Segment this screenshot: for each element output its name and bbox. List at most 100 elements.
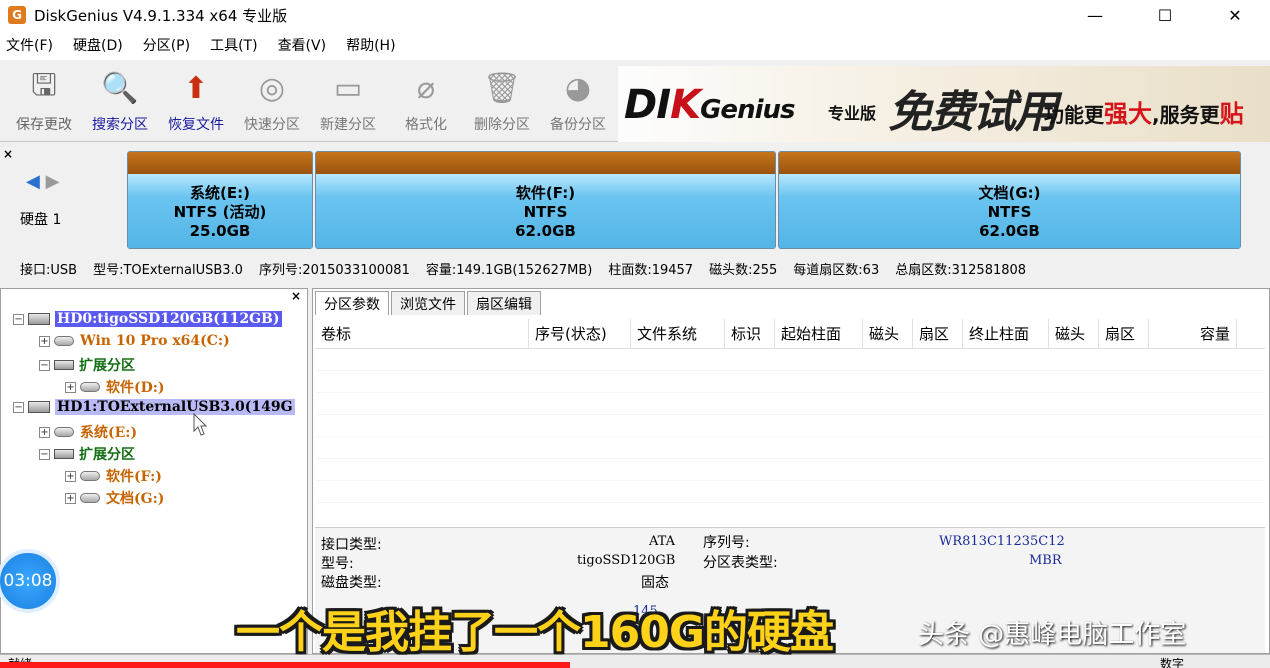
tree-item-f[interactable]: + 软件(F:) [65,466,162,486]
partition-body: 系统(E:) NTFS (活动) 25.0GB [128,174,312,248]
tree-item-e[interactable]: + 系统(E:) [39,422,137,442]
col-end-sector[interactable]: 扇区 [1099,319,1149,348]
menu-file[interactable]: 文件(F) [6,35,53,55]
tab-browse-files[interactable]: 浏览文件 [391,291,465,315]
expand-icon[interactable]: + [39,426,50,438]
new-partition-icon: ▭ [333,70,363,106]
partition-size: 62.0GB [515,221,576,240]
model-value: tigoSSD120GB [577,553,676,568]
tree-label: 扩展分区 [79,358,135,374]
disk-sectors-per-track: 每道扇区数:63 [793,263,880,278]
col-end-cylinder[interactable]: 终止柱面 [963,319,1049,348]
partition-icon [80,471,100,481]
hard-disk-icon [28,401,50,413]
backup-partition-button[interactable]: ◕ 备份分区 [540,66,616,138]
slogan-part: 功能更 [1044,103,1104,127]
partition-name: 系统(E:) [190,183,250,202]
tree-item-c[interactable]: + Win 10 Pro x64(C:) [39,333,230,349]
tool-label: 保存更改 [16,117,72,133]
close-button[interactable]: ✕ [1200,0,1270,30]
disk-interface: 接口:USB [20,263,78,278]
tree-label: 扩展分区 [79,447,135,463]
disk-info-line: 接口:USB 型号:TOExternalUSB3.0 序列号:201503310… [20,259,1042,278]
partition-block-f[interactable]: 软件(F:) NTFS 62.0GB [315,151,776,249]
expand-icon[interactable]: + [65,381,76,393]
disk-nav: ◀ ▶ [26,171,59,192]
menu-help[interactable]: 帮助(H) [346,35,395,55]
tree-item-extended-0[interactable]: − 扩展分区 [39,355,135,375]
col-end-head[interactable]: 磁头 [1049,319,1099,348]
prev-disk-icon[interactable]: ◀ [26,171,40,192]
tool-label: 删除分区 [474,117,530,133]
diskgenius-window: G DiskGenius V4.9.1.334 x64 专业版 — ☐ ✕ 文件… [0,0,1270,668]
col-volume-label[interactable]: 卷标 [315,319,529,348]
col-id[interactable]: 标识 [725,319,775,348]
tree-label: HD0:tigoSSD120GB(112GB) [55,311,282,327]
disk-type-value: 固态 [641,575,669,591]
collapse-icon[interactable]: − [39,448,50,460]
tool-label: 搜索分区 [92,117,148,133]
tree-item-hd1[interactable]: − HD1:TOExternalUSB3.0(149G [13,399,295,415]
col-capacity[interactable]: 容量 [1149,319,1237,348]
close-diskmap-icon[interactable]: × [3,147,13,161]
detail-tabs: 分区参数 浏览文件 扇区编辑 [315,291,543,315]
partition-header [316,152,775,174]
delete-partition-button[interactable]: 🗑 删除分区 [464,66,540,138]
partition-body: 软件(F:) NTFS 62.0GB [316,174,775,248]
tool-label: 快速分区 [244,117,300,133]
partition-header [128,152,312,174]
expand-icon[interactable]: + [65,470,76,482]
partition-icon [54,336,74,346]
tab-partition-params[interactable]: 分区参数 [315,291,389,315]
col-index-status[interactable]: 序号(状态) [529,319,631,348]
partition-body: 文档(G:) NTFS 62.0GB [779,174,1240,248]
partition-size: 25.0GB [189,221,251,240]
tree-item-g[interactable]: + 文档(G:) [65,488,164,508]
new-partition-button[interactable]: ▭ 新建分区 [310,66,386,138]
tab-sector-editor[interactable]: 扇区编辑 [467,291,541,315]
tree-label: Win 10 Pro x64(C:) [80,333,230,349]
collapse-icon[interactable]: − [13,401,24,413]
model-label: 型号: [321,556,354,572]
disk-capacity: 容量:149.1GB(152627MB) [425,263,593,278]
col-start-cylinder[interactable]: 起始柱面 [775,319,863,348]
maximize-button[interactable]: ☐ [1130,0,1200,30]
tool-label: 备份分区 [550,117,606,133]
col-file-system[interactable]: 文件系统 [631,319,725,348]
menu-disk[interactable]: 硬盘(D) [73,35,123,55]
quick-partition-button[interactable]: ◎ 快速分区 [234,66,310,138]
recover-files-button[interactable]: ⬆ 恢复文件 [158,66,234,138]
menu-partition[interactable]: 分区(P) [143,35,190,55]
partition-table-type-label: 分区表类型: [703,555,778,571]
save-changes-button[interactable]: 🖫 保存更改 [6,66,82,138]
next-disk-icon[interactable]: ▶ [46,171,60,192]
partition-block-g[interactable]: 文档(G:) NTFS 62.0GB [778,151,1241,249]
close-tree-icon[interactable]: × [291,289,301,303]
collapse-icon[interactable]: − [39,359,50,371]
search-partition-button[interactable]: 🔍 搜索分区 [82,66,158,138]
disc-icon: ◎ [258,70,286,106]
trash-icon: 🗑 [482,70,522,106]
partition-table-body [315,349,1265,529]
tree-label: 系统(E:) [80,425,138,441]
tree-item-hd0[interactable]: − HD0:tigoSSD120GB(112GB) [13,311,282,327]
video-subtitle: 一个是我挂了一个160G的硬盘 [236,607,834,658]
tool-label: 新建分区 [320,117,376,133]
partition-table-header: 卷标 序号(状态) 文件系统 标识 起始柱面 磁头 扇区 终止柱面 磁头 扇区 … [315,319,1265,349]
tree-item-d[interactable]: + 软件(D:) [65,377,165,397]
promo-banner[interactable]: DIKGenius 专业版 免费试用 功能更强大,服务更贴 [618,66,1270,142]
menu-tools[interactable]: 工具(T) [210,35,257,55]
partition-table-type-value: MBR [1029,553,1062,568]
expand-icon[interactable]: + [39,335,50,347]
backup-icon: ◕ [564,70,592,106]
col-start-head[interactable]: 磁头 [863,319,913,348]
expand-icon[interactable]: + [65,492,76,504]
format-button[interactable]: ⌀ 格式化 [388,66,464,138]
collapse-icon[interactable]: − [13,313,24,325]
minimize-button[interactable]: — [1060,0,1130,30]
partition-block-e[interactable]: 系统(E:) NTFS (活动) 25.0GB [127,151,313,249]
disk-map-panel: × ◀ ▶ 硬盘 1 系统(E:) NTFS (活动) 25.0GB 软件(F:… [0,143,1270,283]
menu-view[interactable]: 查看(V) [278,35,327,55]
col-start-sector[interactable]: 扇区 [913,319,963,348]
tree-item-extended-1[interactable]: − 扩展分区 [39,444,135,464]
